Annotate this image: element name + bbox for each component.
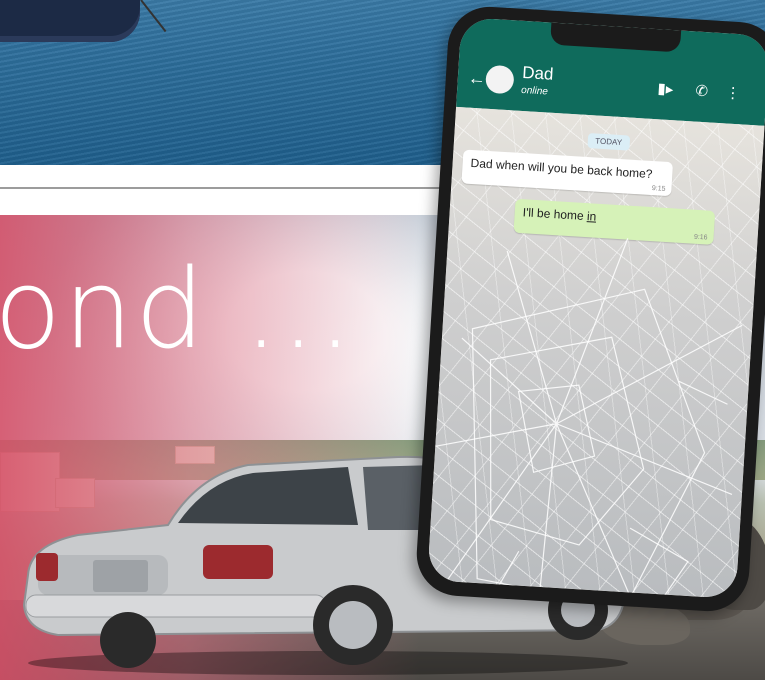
cracked-glass-overlay (435, 238, 743, 599)
contact-avatar[interactable] (484, 64, 515, 95)
boat-hull (0, 0, 140, 42)
message-text-prefix: I'll be home (522, 205, 588, 224)
message-text: Dad when will you be back home? (470, 155, 653, 182)
mooring-rope (140, 0, 167, 33)
phone-call-icon[interactable]: ✆ (695, 82, 709, 101)
contact-status: online (520, 84, 549, 98)
incoming-message[interactable]: Dad when will you be back home? 9:15 (461, 149, 674, 197)
video-call-icon[interactable]: ▮▸ (657, 79, 674, 98)
headline-text: ond ... (0, 245, 355, 373)
chat-body: TODAY Dad when will you be back home? 9:… (427, 106, 765, 599)
more-options-icon[interactable]: ⋮ (725, 83, 741, 102)
contact-name[interactable]: Dad (522, 63, 554, 85)
smartphone: ← Dad online ▮▸ ✆ ⋮ TODAY Dad when will … (414, 4, 765, 614)
back-arrow-icon[interactable]: ← (467, 68, 486, 90)
phone-screen: ← Dad online ▮▸ ✆ ⋮ TODAY Dad when will … (427, 17, 765, 599)
divider-rule (0, 187, 480, 189)
message-time: 9:15 (651, 185, 666, 193)
date-divider: TODAY (586, 133, 631, 151)
message-text-typed: in (586, 209, 597, 224)
